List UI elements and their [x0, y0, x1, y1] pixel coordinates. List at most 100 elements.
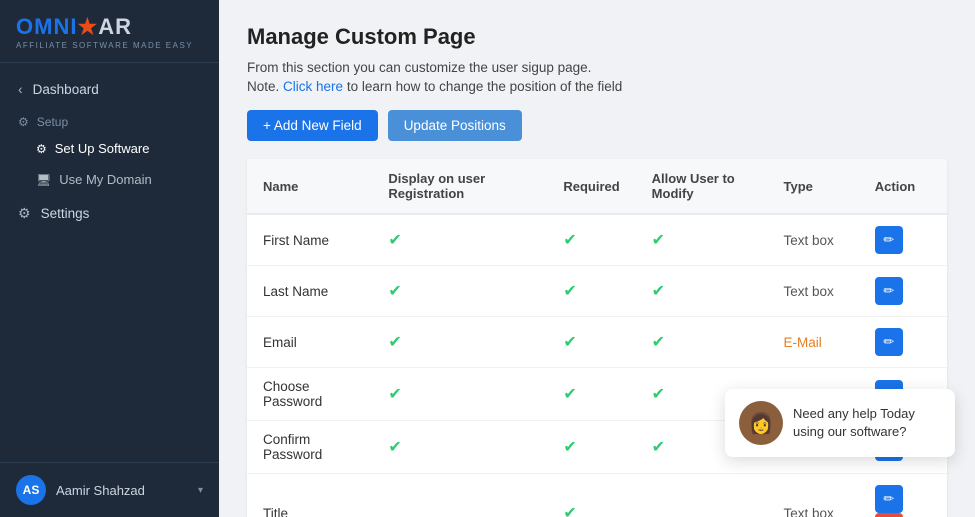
cell-display: ✔	[372, 421, 547, 474]
footer-chevron-icon: ▾	[198, 485, 203, 496]
cell-type: Text box	[768, 214, 859, 266]
cell-required: ✔	[547, 266, 635, 317]
cell-allow-modify: ✔	[636, 214, 768, 266]
check-icon: ✔	[388, 386, 401, 403]
delete-button[interactable]: 🗑	[875, 513, 903, 517]
page-note: Note. Click here to learn how to change …	[247, 79, 947, 94]
col-action: Action	[859, 159, 947, 214]
check-icon: ✔	[652, 334, 665, 351]
cell-required: ✔	[547, 474, 635, 517]
cell-type: Text box	[768, 474, 859, 517]
cell-action: ✏🗑	[859, 474, 947, 517]
toolbar: + Add New Field Update Positions	[247, 110, 947, 141]
check-icon: ✔	[388, 232, 401, 249]
logo-star: ★	[77, 14, 98, 39]
logo: OMNI★AR AFFILIATE SOFTWARE MADE EASY	[0, 0, 219, 63]
check-icon: ✔	[388, 283, 401, 300]
logo-subtitle: AFFILIATE SOFTWARE MADE EASY	[16, 41, 203, 50]
edit-button[interactable]: ✏	[875, 328, 903, 356]
col-name: Name	[247, 159, 372, 214]
cell-allow-modify: ✔	[636, 317, 768, 368]
gear-icon: ⚙	[36, 142, 47, 156]
check-icon: ✔	[563, 439, 576, 456]
sidebar-item-dashboard[interactable]: ‹ Dashboard	[0, 71, 219, 107]
sidebar-nav: ‹ Dashboard ⚙ Setup ⚙ Set Up Software 🖥 …	[0, 63, 219, 462]
settings-icon: ⚙	[18, 205, 31, 222]
cell-allow-modify: ✔	[636, 266, 768, 317]
cell-required: ✔	[547, 214, 635, 266]
table-row: Last Name ✔ ✔ ✔ Text box ✏	[247, 266, 947, 317]
edit-button[interactable]: ✏	[875, 226, 903, 254]
avatar: AS	[16, 475, 46, 505]
col-type: Type	[768, 159, 859, 214]
page-description: From this section you can customize the …	[247, 60, 947, 75]
sidebar: OMNI★AR AFFILIATE SOFTWARE MADE EASY ‹ D…	[0, 0, 219, 517]
check-icon: ✔	[563, 334, 576, 351]
col-display: Display on user Registration	[372, 159, 547, 214]
check-icon: ✔	[652, 439, 665, 456]
table-header: Name Display on user Registration Requir…	[247, 159, 947, 214]
cell-required: ✔	[547, 368, 635, 421]
sidebar-item-dashboard-label: Dashboard	[33, 82, 99, 97]
check-icon: ✔	[652, 386, 665, 403]
col-allow-modify: Allow User to Modify	[636, 159, 768, 214]
cell-type: Text box	[768, 266, 859, 317]
cell-name: Confirm Password	[247, 421, 372, 474]
note-prefix: Note.	[247, 79, 283, 94]
cell-name: Email	[247, 317, 372, 368]
cell-name: Last Name	[247, 266, 372, 317]
col-required: Required	[547, 159, 635, 214]
sidebar-item-use-my-domain[interactable]: 🖥 Use My Domain	[0, 164, 219, 195]
monitor-icon: 🖥	[36, 173, 51, 187]
cell-display: ✔	[372, 214, 547, 266]
cell-required: ✔	[547, 421, 635, 474]
cell-display: ✔	[372, 368, 547, 421]
sidebar-item-use-my-domain-label: Use My Domain	[59, 172, 151, 187]
help-bubble: 👩 Need any help Today using our software…	[725, 389, 955, 457]
cell-action: ✏	[859, 266, 947, 317]
sidebar-item-set-up-software-label: Set Up Software	[55, 141, 150, 156]
table-row: Title✔Text box✏🗑	[247, 474, 947, 517]
check-icon: ✔	[563, 386, 576, 403]
sidebar-section-setup: ⚙ Setup	[0, 107, 219, 133]
update-positions-button[interactable]: Update Positions	[388, 110, 522, 141]
cell-allow-modify	[636, 474, 768, 517]
cell-display: ✔	[372, 266, 547, 317]
table-container: Name Display on user Registration Requir…	[247, 159, 947, 517]
check-icon: ✔	[652, 283, 665, 300]
help-text: Need any help Today using our software?	[793, 405, 941, 441]
note-suffix: to learn how to change the position of t…	[343, 79, 622, 94]
check-icon: ✔	[563, 283, 576, 300]
cell-name: First Name	[247, 214, 372, 266]
sidebar-item-settings-label: Settings	[41, 206, 90, 221]
sidebar-item-set-up-software[interactable]: ⚙ Set Up Software	[0, 133, 219, 164]
cell-action: ✏	[859, 317, 947, 368]
sidebar-footer[interactable]: AS Aamir Shahzad ▾	[0, 462, 219, 517]
cell-name: Choose Password	[247, 368, 372, 421]
footer-username: Aamir Shahzad	[56, 483, 145, 498]
cell-display: ✔	[372, 317, 547, 368]
cell-display	[372, 474, 547, 517]
edit-button[interactable]: ✏	[875, 277, 903, 305]
chevron-left-icon: ‹	[18, 81, 23, 97]
note-link[interactable]: Click here	[283, 79, 343, 94]
table-row: Email ✔ ✔ ✔ E-Mail ✏	[247, 317, 947, 368]
edit-button[interactable]: ✏	[875, 485, 903, 513]
logo-omni: OMNI	[16, 14, 77, 39]
cell-action: ✏	[859, 214, 947, 266]
table-body: First Name ✔ ✔ ✔ Text box ✏ Last Name ✔ ✔ ✔ Text b…	[247, 214, 947, 517]
check-icon: ✔	[652, 232, 665, 249]
cell-required: ✔	[547, 317, 635, 368]
add-new-field-button[interactable]: + Add New Field	[247, 110, 378, 141]
setup-icon: ⚙	[18, 115, 29, 129]
check-icon: ✔	[388, 334, 401, 351]
help-avatar: 👩	[739, 401, 783, 445]
table-row: First Name ✔ ✔ ✔ Text box ✏	[247, 214, 947, 266]
check-icon: ✔	[388, 439, 401, 456]
cell-type: E-Mail	[768, 317, 859, 368]
cell-name: Title	[247, 474, 372, 517]
custom-page-table: Name Display on user Registration Requir…	[247, 159, 947, 517]
check-icon: ✔	[563, 505, 576, 517]
sidebar-item-settings[interactable]: ⚙ Settings	[0, 195, 219, 232]
page-title: Manage Custom Page	[247, 24, 947, 50]
